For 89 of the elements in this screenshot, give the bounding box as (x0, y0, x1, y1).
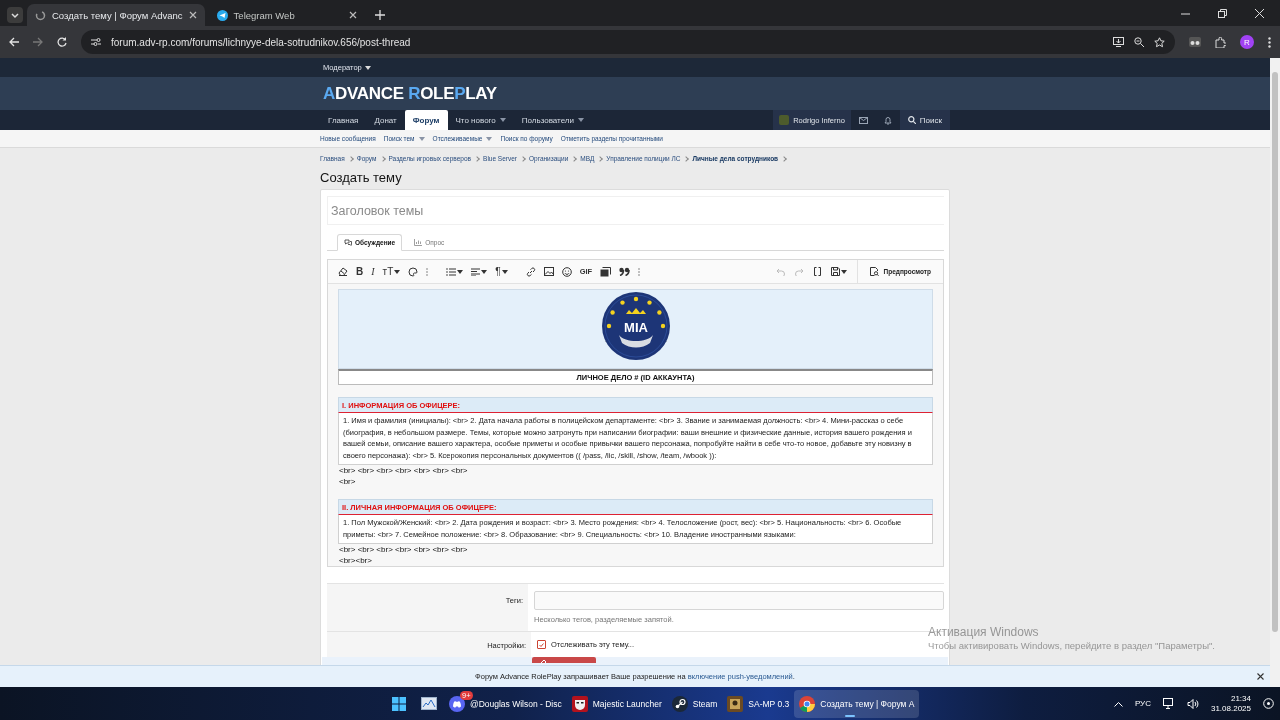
page-title: Создать тему (320, 169, 403, 186)
reload-icon[interactable] (57, 37, 67, 47)
chevron-up-icon[interactable] (1113, 700, 1123, 707)
start-icon[interactable] (392, 696, 406, 711)
new-tab-icon[interactable] (374, 10, 385, 20)
bold-button[interactable]: B (356, 266, 364, 277)
taskbar-app[interactable]: Majestic Launcher (566, 689, 667, 718)
caret-icon (394, 269, 401, 274)
close-icon[interactable] (188, 11, 197, 19)
align-button[interactable] (471, 267, 488, 276)
search-button[interactable]: Поиск (899, 110, 950, 130)
install-icon[interactable] (1113, 37, 1124, 47)
restore-icon[interactable] (1218, 9, 1227, 18)
browser-tab[interactable]: Telegram Web (208, 4, 365, 26)
steam-icon (671, 695, 688, 712)
smiley-icon[interactable] (561, 266, 572, 277)
bell-icon[interactable] (883, 115, 892, 125)
bar-chart-icon (414, 239, 423, 246)
volume-icon[interactable] (1186, 698, 1199, 709)
nav-tab[interactable]: Что нового (447, 110, 514, 130)
search-icon (907, 116, 916, 124)
activation-text: Чтобы активировать Windows, перейдите в раздел "Параметры". (928, 640, 1215, 651)
incognito-icon[interactable] (1189, 37, 1201, 47)
address-bar[interactable]: forum.adv-rp.com/forums/lichnyye-dela-sotrudnikov.656/post-thread (81, 30, 1175, 54)
menu-icon[interactable] (1268, 36, 1271, 48)
paper-plane-icon (216, 9, 228, 21)
palette-icon[interactable] (408, 266, 419, 277)
browser-tab[interactable]: Создать тему | Форум Advanc (27, 4, 205, 26)
network-icon[interactable] (1162, 698, 1175, 709)
media-icon[interactable] (600, 266, 612, 277)
clock-time[interactable]: 21:34 (1230, 693, 1251, 704)
list-button[interactable] (446, 267, 464, 276)
taskbar-app[interactable]: Создать тему | Форум A (794, 689, 920, 718)
caret-icon (840, 269, 847, 274)
caret-icon (364, 65, 371, 70)
caret-icon (481, 269, 488, 274)
site-info-icon[interactable] (91, 37, 101, 47)
speech-bubbles-icon (344, 239, 352, 246)
markup-line: <br> (338, 476, 357, 487)
quote-icon[interactable] (619, 267, 631, 276)
forward-icon[interactable] (33, 37, 43, 47)
language-indicator[interactable]: РУС (1134, 699, 1151, 708)
link-icon[interactable] (525, 266, 536, 277)
italic-button[interactable]: I (371, 266, 375, 277)
chrome-icon (799, 695, 816, 712)
emblem-label: MIA (623, 320, 648, 335)
list-icon (446, 267, 457, 276)
site-logo[interactable]: ADVANCE ROLEPLAY (323, 83, 497, 104)
profile-avatar[interactable]: R (1240, 35, 1254, 49)
close-icon[interactable] (1257, 673, 1264, 680)
tab-search-icon[interactable] (7, 7, 23, 23)
user-avatar (779, 115, 790, 125)
mail-icon[interactable] (858, 116, 868, 124)
preview-icon (869, 267, 879, 276)
paragraph-button[interactable]: ¶ (495, 266, 508, 277)
drafts-button[interactable] (830, 267, 847, 276)
taskbar-app[interactable]: SA-MP 0.3 (722, 689, 795, 718)
nav-tab[interactable]: Пользователи (513, 110, 592, 130)
clock-date[interactable]: 31.08.2025 (1210, 703, 1251, 714)
markup-line: <br><br> (338, 555, 373, 566)
tags-field[interactable] (534, 591, 944, 610)
nav-tab[interactable]: Главная (320, 110, 367, 130)
loading-icon (35, 9, 46, 21)
markup-line: <br> <br> <br> <br> <br> <br> <br> (338, 465, 469, 476)
activation-title: Активация Windows (928, 625, 1040, 640)
emblem-drawing (601, 292, 670, 360)
brackets-icon[interactable] (813, 267, 821, 276)
nav-tab[interactable]: Форум (404, 110, 448, 130)
align-icon (471, 267, 481, 276)
nav-tab[interactable]: Донат (366, 110, 405, 130)
mask-icon (571, 695, 588, 712)
caret-icon (457, 269, 464, 274)
star-icon[interactable] (1154, 36, 1165, 48)
markup-line: <br> <br> <br> <br> <br> <br> <br> (338, 544, 469, 555)
caret-icon (501, 269, 508, 274)
text-size-button[interactable]: тТ (382, 266, 401, 277)
eraser-icon[interactable] (338, 267, 348, 276)
extensions-icon[interactable] (1215, 36, 1226, 48)
notifications-icon[interactable] (1263, 698, 1274, 709)
check-icon (539, 642, 544, 647)
monitor-chart-icon[interactable] (421, 697, 437, 710)
scrollbar[interactable] (1270, 58, 1280, 687)
back-icon[interactable] (9, 37, 19, 47)
image-icon[interactable] (543, 267, 554, 276)
taskbar-app[interactable]: Steam (666, 689, 723, 718)
title-field[interactable]: Заголовок темы (327, 196, 944, 225)
close-icon[interactable] (348, 11, 357, 19)
zoom-icon[interactable] (1134, 37, 1144, 47)
checkbox[interactable] (537, 640, 546, 649)
